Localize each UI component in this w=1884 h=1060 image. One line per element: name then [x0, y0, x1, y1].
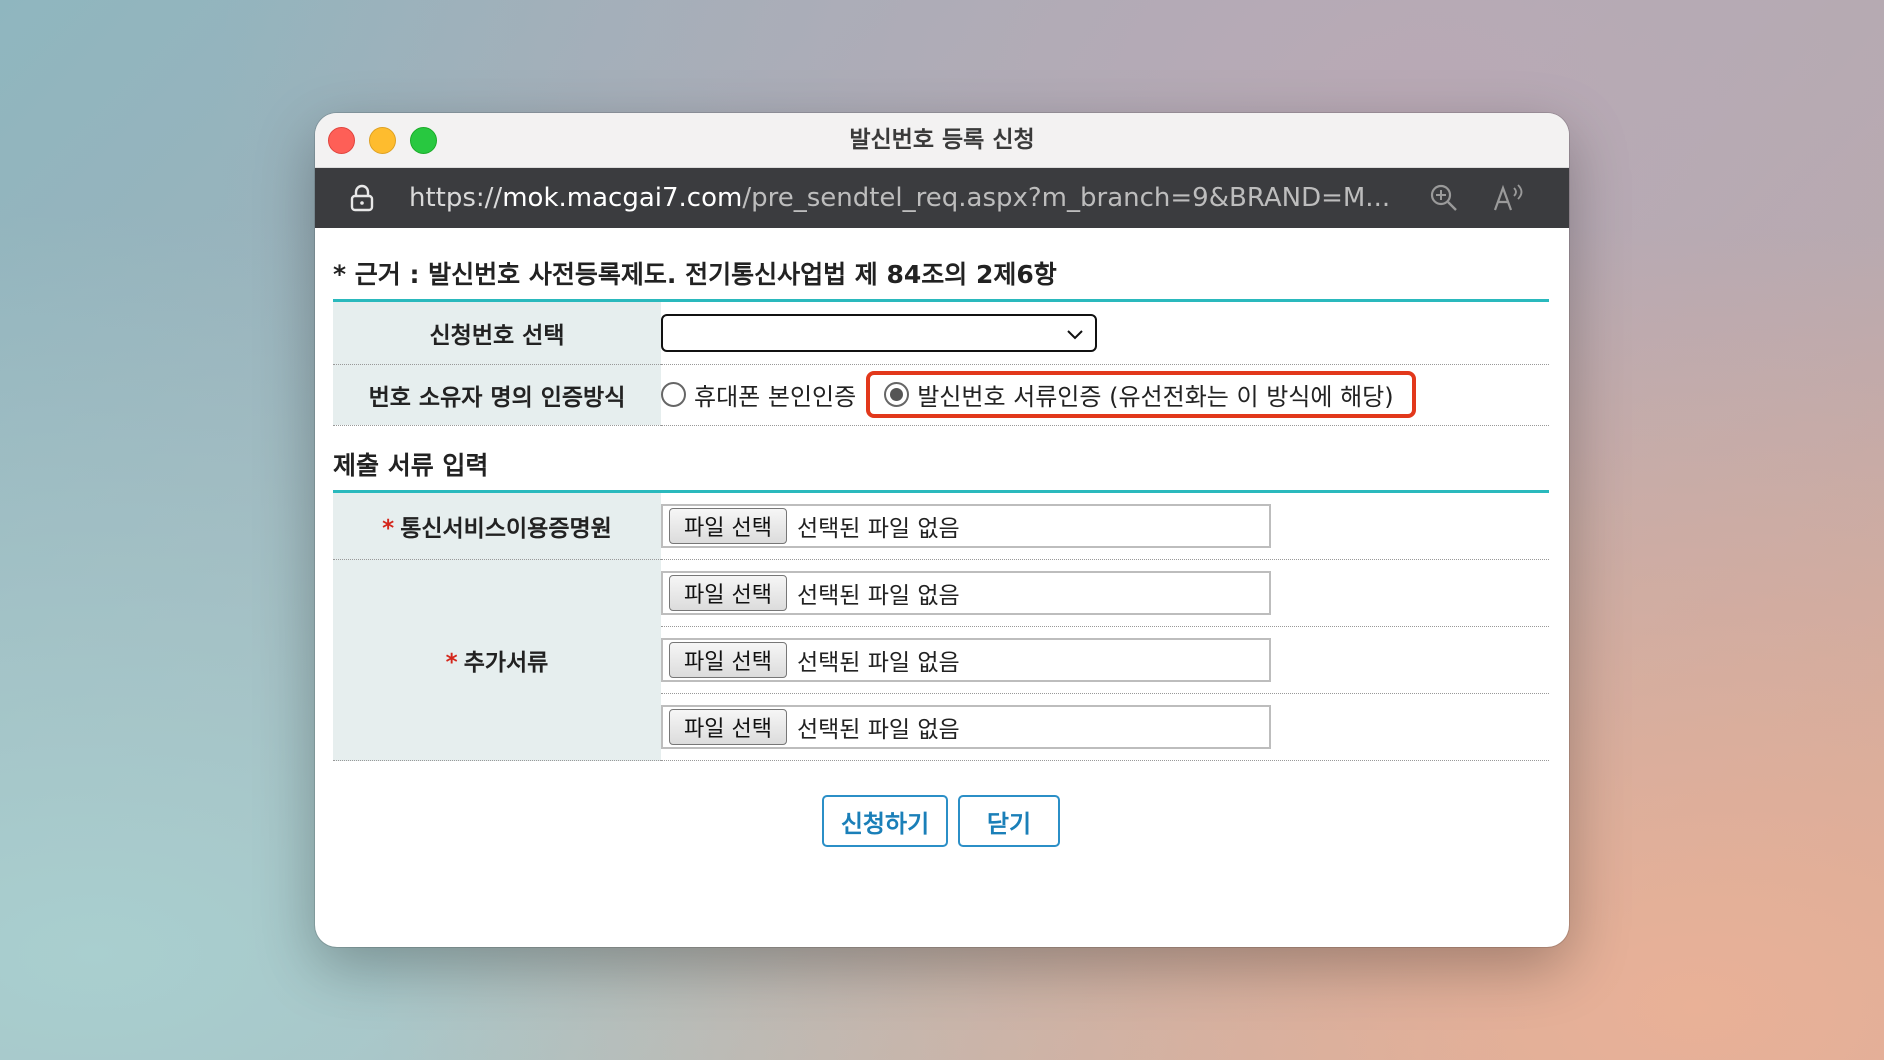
- request-number-cell: [661, 302, 1549, 365]
- request-form-table: 신청번호 선택 번호 소유자 명의 인증방식 휴대폰 본인인증 발신번호 서류인…: [333, 302, 1549, 426]
- file-status: 선택된 파일 없음: [796, 717, 960, 743]
- file-status: 선택된 파일 없음: [796, 583, 960, 609]
- documents-table: * 통신서비스이용증명원 파일 선택 선택된 파일 없음 * 추가서류 파일 선택 …: [333, 492, 1549, 761]
- close-button[interactable]: 닫기: [958, 795, 1060, 847]
- table-row: 신청번호 선택: [333, 302, 1549, 365]
- extra-doc-file-input-3[interactable]: 파일 선택 선택된 파일 없음: [661, 705, 1271, 749]
- choose-file-button[interactable]: 파일 선택: [669, 507, 787, 544]
- radio-phone-auth-label[interactable]: 휴대폰 본인인증: [694, 377, 856, 412]
- telecom-cert-label-text: 통신서비스이용증명원: [400, 515, 612, 542]
- extra-docs-label-text: 추가서류: [463, 650, 549, 676]
- table-row: * 추가서류 파일 선택 선택된 파일 없음: [333, 559, 1549, 761]
- auth-method-label: 번호 소유자 명의 인증방식: [333, 364, 661, 426]
- extra-doc-cell-3: 파일 선택 선택된 파일 없음: [661, 693, 1549, 761]
- extra-doc-cell-2: 파일 선택 선택된 파일 없음: [661, 626, 1549, 694]
- telecom-cert-label: * 통신서비스이용증명원: [333, 492, 661, 560]
- page-content: * 근거 : 발신번호 사전등록제도. 전기통신사업법 제 84조의 2제6항 …: [333, 253, 1549, 847]
- url-host: mok.macgai7.com: [502, 183, 743, 213]
- auth-method-cell: 휴대폰 본인인증 발신번호 서류인증 (유선전화는 이 방식에 해당): [661, 364, 1549, 426]
- zoom-icon[interactable]: [1429, 183, 1459, 213]
- auth-method-options: 휴대폰 본인인증 발신번호 서류인증 (유선전화는 이 방식에 해당): [661, 365, 1549, 425]
- url-text[interactable]: https://mok.macgai7.com/pre_sendtel_req.…: [409, 168, 1409, 228]
- browser-window: 발신번호 등록 신청 https://mok.macgai7.com/pre_s…: [315, 113, 1569, 947]
- required-mark: *: [382, 515, 395, 542]
- table-row: * 통신서비스이용증명원 파일 선택 선택된 파일 없음: [333, 492, 1549, 560]
- title-bar: 발신번호 등록 신청: [315, 113, 1569, 168]
- url-path: /pre_sendtel_req.aspx?m_branch=9&BRAND=M…: [742, 183, 1391, 213]
- choose-file-button[interactable]: 파일 선택: [669, 575, 787, 611]
- choose-file-button[interactable]: 파일 선택: [669, 642, 787, 678]
- required-mark: *: [445, 650, 458, 676]
- telecom-cert-file-input[interactable]: 파일 선택 선택된 파일 없음: [661, 503, 1271, 548]
- request-number-label: 신청번호 선택: [333, 302, 661, 365]
- legal-basis-text: * 근거 : 발신번호 사전등록제도. 전기통신사업법 제 84조의 2제6항: [333, 253, 1549, 302]
- radio-document-auth-label[interactable]: 발신번호 서류인증 (유선전화는 이 방식에 해당): [917, 377, 1393, 412]
- extra-doc-file-input-2[interactable]: 파일 선택 선택된 파일 없음: [661, 638, 1271, 682]
- highlight-box: 발신번호 서류인증 (유선전화는 이 방식에 해당): [866, 371, 1416, 418]
- file-status: 선택된 파일 없음: [796, 650, 960, 676]
- extra-doc-file-input-1[interactable]: 파일 선택 선택된 파일 없음: [661, 571, 1271, 615]
- extra-doc-cell-1: 파일 선택 선택된 파일 없음: [661, 559, 1549, 627]
- radio-document-auth[interactable]: [884, 382, 910, 407]
- read-aloud-icon[interactable]: [1491, 182, 1525, 214]
- submit-button[interactable]: 신청하기: [822, 795, 948, 847]
- lock-icon: [350, 184, 374, 212]
- form-actions: 신청하기 닫기: [333, 795, 1549, 847]
- chevron-down-icon: [1067, 330, 1083, 340]
- documents-section-title: 제출 서류 입력: [333, 426, 1549, 493]
- table-row: 번호 소유자 명의 인증방식 휴대폰 본인인증 발신번호 서류인증 (유선전화는…: [333, 364, 1549, 426]
- choose-file-button[interactable]: 파일 선택: [669, 709, 787, 745]
- window-title: 발신번호 등록 신청: [849, 127, 1035, 153]
- file-status: 선택된 파일 없음: [796, 515, 960, 542]
- radio-phone-auth[interactable]: [661, 382, 686, 407]
- telecom-cert-cell: 파일 선택 선택된 파일 없음: [661, 492, 1549, 560]
- request-number-select[interactable]: [661, 313, 1097, 352]
- url-scheme: https://: [409, 183, 503, 213]
- extra-docs-label: * 추가서류: [333, 559, 661, 761]
- address-bar[interactable]: https://mok.macgai7.com/pre_sendtel_req.…: [315, 168, 1569, 228]
